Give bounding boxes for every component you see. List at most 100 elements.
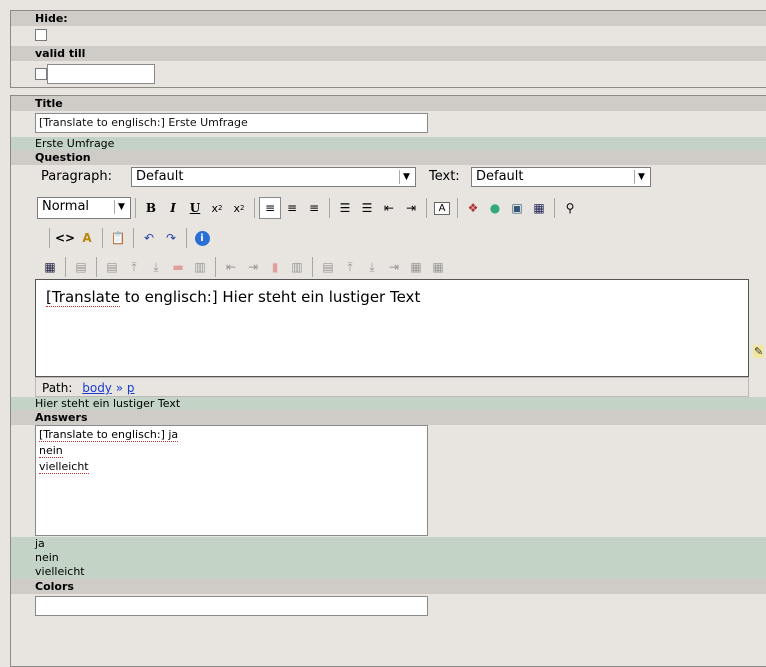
delete-cell-icon[interactable]: ⇥: [383, 256, 405, 278]
split-cell-icon[interactable]: ▦: [427, 256, 449, 278]
answer-line-text: nein: [39, 444, 63, 458]
toolbar-divider: [457, 198, 458, 218]
toolbar-divider: [426, 198, 427, 218]
split-col-icon[interactable]: ▥: [286, 256, 308, 278]
rte-content-prefix: [Translate: [46, 288, 120, 307]
poll-form: Title [Translate to englisch:] Erste Umf…: [10, 95, 766, 667]
edit-toolbar: <> A 📋 ↶ ↷ i: [49, 227, 213, 249]
title-original: Erste Umfrage: [11, 137, 766, 150]
path-p-link[interactable]: p: [127, 381, 135, 395]
view-source-icon[interactable]: <>: [54, 227, 76, 249]
rte-editing-area[interactable]: [Translate to englisch:] Hier steht ein …: [35, 279, 749, 377]
table-properties-icon[interactable]: ▤: [70, 256, 92, 278]
answer-orig-line: nein: [35, 551, 59, 564]
delete-col-icon[interactable]: ▮: [264, 256, 286, 278]
merge-cells-icon[interactable]: ▦: [405, 256, 427, 278]
insert-table-icon[interactable]: ▦: [39, 256, 61, 278]
answer-line: nein: [39, 443, 424, 459]
answer-orig-line: ja: [35, 537, 45, 550]
align-left-icon[interactable]: ≡: [259, 197, 281, 219]
question-label: Question: [11, 150, 766, 165]
redo-icon[interactable]: ↷: [160, 227, 182, 249]
insert-cell-before-icon[interactable]: ⤒: [339, 256, 361, 278]
toolbar-divider: [329, 198, 330, 218]
resize-handle-icon[interactable]: ✎: [753, 345, 765, 358]
valid-till-checkbox[interactable]: [35, 68, 47, 80]
delete-row-icon[interactable]: ▬: [167, 256, 189, 278]
title-input[interactable]: [Translate to englisch:] Erste Umfrage: [35, 113, 428, 133]
superscript-icon[interactable]: x2: [228, 197, 250, 219]
style-value: Normal: [42, 199, 90, 214]
text-label: Text:: [429, 169, 460, 184]
insert-link-icon[interactable]: ●: [484, 197, 506, 219]
toolbar-divider: [96, 257, 97, 277]
underline-icon[interactable]: U: [184, 197, 206, 219]
insert-row-before-icon[interactable]: ⤒: [123, 256, 145, 278]
toolbar-divider: [135, 198, 136, 218]
colors-input[interactable]: [35, 596, 428, 616]
toolbar-divider: [49, 228, 50, 248]
chevron-down-icon: ▼: [634, 170, 648, 184]
insert-col-after-icon[interactable]: ⇥: [242, 256, 264, 278]
answers-textarea[interactable]: [Translate to englisch:] ja nein viellei…: [35, 425, 428, 536]
table-toolbar: ▦ ▤ ▤ ⤒ ⤓ ▬ ▥ ⇤ ⇥ ▮ ▥ ▤ ⤒ ⤓ ⇥ ▦ ▦: [39, 256, 449, 278]
undo-icon[interactable]: ↶: [138, 227, 160, 249]
insert-object-icon[interactable]: ❖: [462, 197, 484, 219]
paste-icon[interactable]: 📋: [107, 227, 129, 249]
row-properties-icon[interactable]: ▤: [101, 256, 123, 278]
spellcheck-icon[interactable]: A: [76, 227, 98, 249]
format-toolbar: Normal ▼ B I U x2 x2 ≡ ≡ ≡ ☰ ☰ ⇤ ⇥ A ❖ ●…: [37, 197, 581, 219]
hide-label: Hide:: [11, 11, 766, 26]
answer-orig-line: vielleicht: [35, 565, 85, 578]
valid-till-label: valid till: [11, 46, 766, 61]
hide-row: [11, 26, 766, 46]
paragraph-select[interactable]: Default ▼: [131, 167, 416, 187]
insert-row-after-icon[interactable]: ⤓: [145, 256, 167, 278]
answer-line-text: vielleicht: [39, 460, 89, 474]
text-value: Default: [476, 169, 524, 184]
cell-properties-icon[interactable]: ▤: [317, 256, 339, 278]
toolbar-divider: [254, 198, 255, 218]
answer-line-text: [Translate to englisch:] ja: [39, 428, 179, 442]
visibility-section: Hide: valid till: [10, 10, 766, 88]
insert-image-icon[interactable]: ▣: [506, 197, 528, 219]
toolbar-divider: [102, 228, 103, 248]
answer-line: [Translate to englisch:] ja: [39, 427, 424, 443]
align-right-icon[interactable]: ≡: [303, 197, 325, 219]
find-icon[interactable]: ⚲: [559, 197, 581, 219]
chevron-down-icon: ▼: [114, 200, 128, 214]
italic-icon[interactable]: I: [162, 197, 184, 219]
align-center-icon[interactable]: ≡: [281, 197, 303, 219]
insert-col-before-icon[interactable]: ⇤: [220, 256, 242, 278]
indent-icon[interactable]: ⇥: [400, 197, 422, 219]
text-color-icon[interactable]: A: [431, 197, 453, 219]
unordered-list-icon[interactable]: ☰: [356, 197, 378, 219]
valid-till-row: [11, 61, 766, 88]
toolbar-divider: [554, 198, 555, 218]
insert-table-icon[interactable]: ▦: [528, 197, 550, 219]
colors-label: Colors: [11, 579, 766, 594]
rte-content-text: to englisch:] Hier steht ein lustiger Te…: [119, 288, 421, 306]
insert-cell-after-icon[interactable]: ⤓: [361, 256, 383, 278]
path-body-link[interactable]: body: [82, 381, 112, 395]
rich-text-editor: Paragraph: Default ▼ Text: Default ▼ Nor…: [11, 165, 766, 425]
title-label: Title: [11, 96, 766, 111]
about-icon[interactable]: i: [191, 227, 213, 249]
hide-checkbox[interactable]: [35, 28, 47, 41]
text-select[interactable]: Default ▼: [471, 167, 651, 187]
paragraph-value: Default: [136, 169, 184, 184]
subscript-icon[interactable]: x2: [206, 197, 228, 219]
outdent-icon[interactable]: ⇤: [378, 197, 400, 219]
toolbar-divider: [312, 257, 313, 277]
paragraph-label: Paragraph:: [41, 169, 112, 184]
ordered-list-icon[interactable]: ☰: [334, 197, 356, 219]
title-row: [Translate to englisch:] Erste Umfrage: [11, 111, 766, 137]
toolbar-divider: [215, 257, 216, 277]
toolbar-divider: [133, 228, 134, 248]
bold-icon[interactable]: B: [140, 197, 162, 219]
path-label: Path:: [42, 381, 73, 395]
style-select[interactable]: Normal ▼: [37, 197, 131, 219]
split-row-icon[interactable]: ▥: [189, 256, 211, 278]
chevron-down-icon: ▼: [399, 170, 413, 184]
valid-till-input[interactable]: [47, 64, 155, 84]
